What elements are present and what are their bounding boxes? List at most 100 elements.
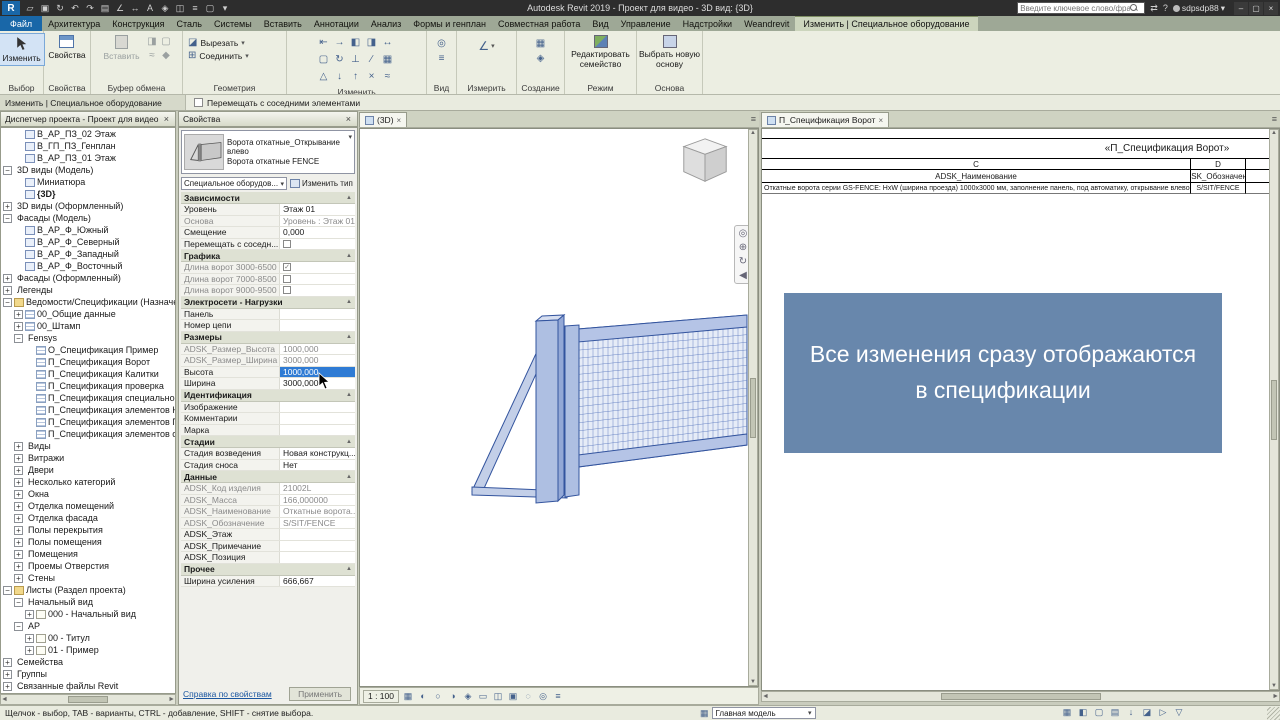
- property-group-header[interactable]: Электросети - Нагрузки ▲: [181, 296, 355, 309]
- dimension-icon[interactable]: ↔: [129, 3, 141, 13]
- ribbon-tab[interactable]: Управление: [615, 16, 677, 31]
- tree-item[interactable]: + Полы помещения: [1, 536, 175, 548]
- search-input[interactable]: [1020, 3, 1131, 13]
- ribbon-tab[interactable]: Аннотации: [308, 16, 365, 31]
- property-value[interactable]: S/SIT/FENCE: [280, 518, 355, 529]
- property-group-header[interactable]: Размеры ▲: [181, 331, 355, 344]
- move-with-nearby-checkbox[interactable]: [194, 98, 203, 107]
- collapse-icon[interactable]: −: [3, 213, 12, 223]
- filter-icon[interactable]: ▽: [1173, 707, 1185, 718]
- group-collapse-icon[interactable]: ▲: [346, 439, 352, 445]
- expand-icon[interactable]: +: [14, 465, 23, 475]
- group-collapse-icon[interactable]: ▲: [346, 392, 352, 398]
- detail-level-icon[interactable]: ▦: [402, 691, 414, 702]
- schedule-hscrollbar[interactable]: ◄ ►: [761, 691, 1280, 702]
- crop-icon[interactable]: ▭: [477, 691, 489, 702]
- lock-view-icon[interactable]: ▣: [507, 691, 519, 702]
- delete-icon[interactable]: ×: [365, 70, 378, 83]
- property-group-header[interactable]: Стадии ▲: [181, 436, 355, 448]
- schedule-tabs-menu-icon[interactable]: ≡: [1272, 114, 1277, 124]
- panel-label-modify[interactable]: Изменить: [287, 86, 426, 94]
- property-value[interactable]: [280, 529, 355, 540]
- ribbon-tab[interactable]: Анализ: [365, 16, 407, 31]
- expand-icon[interactable]: +: [14, 501, 23, 511]
- tree-item[interactable]: + Несколько категорий: [1, 476, 175, 488]
- match-icon[interactable]: ≈: [381, 70, 394, 83]
- collapse-icon[interactable]: −: [14, 621, 23, 631]
- schedule-column-header[interactable]: ADSK_Обозначение: [1191, 170, 1246, 183]
- modify-button[interactable]: Изменить: [0, 33, 45, 66]
- property-group-header[interactable]: Зависимости ▲: [181, 192, 355, 204]
- copy-icon[interactable]: ▢: [317, 53, 330, 66]
- view3d-vscrollbar[interactable]: ▲ ▼: [748, 129, 758, 686]
- cut-small-icon[interactable]: ◨: [146, 35, 159, 48]
- project-browser-close-icon[interactable]: ×: [162, 114, 171, 124]
- default-3d-view-icon[interactable]: ◈: [159, 3, 171, 14]
- property-row[interactable]: ADSK_Масса 166,000000: [181, 494, 355, 506]
- properties-header[interactable]: Свойства ×: [178, 111, 358, 127]
- type-selector-arrow-icon[interactable]: ▾: [348, 133, 352, 141]
- pin-icon[interactable]: ↓: [333, 70, 346, 83]
- tree-item[interactable]: − Листы (Раздел проекта): [1, 584, 175, 596]
- expand-icon[interactable]: +: [3, 273, 12, 283]
- rotate-icon[interactable]: ↻: [333, 53, 346, 66]
- mirror-axis-icon[interactable]: ◧: [349, 36, 362, 49]
- steering-wheel-icon[interactable]: ◎: [739, 228, 748, 239]
- ribbon-tab[interactable]: Надстройки: [677, 16, 738, 31]
- schedule-column-header[interactable]: ADSK_Наименование: [762, 170, 1191, 183]
- tree-item[interactable]: {3D}: [1, 188, 175, 200]
- tree-item[interactable]: + Виды: [1, 440, 175, 452]
- view3d-canvas[interactable]: ◎ ⊕ ↻ ◀ ▲ ▼: [359, 128, 759, 687]
- scroll-left-icon[interactable]: ◄: [1, 696, 8, 703]
- property-value[interactable]: ✓: [280, 262, 355, 273]
- apply-button[interactable]: Применить: [289, 687, 351, 701]
- scroll-left-icon[interactable]: ◄: [762, 693, 769, 700]
- tree-item[interactable]: П_Спецификация Ворот: [1, 356, 175, 368]
- property-row[interactable]: ADSK_Код изделия 21002L: [181, 483, 355, 495]
- tree-item[interactable]: + Отделка фасада: [1, 512, 175, 524]
- tree-item[interactable]: − АР: [1, 620, 175, 632]
- scroll-thumb[interactable]: [940, 693, 1101, 700]
- measure-button[interactable]: ∠ ▾: [478, 33, 494, 53]
- user-menu-arrow-icon[interactable]: ▾: [1221, 3, 1225, 14]
- group-collapse-icon[interactable]: ▲: [346, 334, 352, 340]
- menu-down-icon[interactable]: ▾: [219, 3, 231, 14]
- panel-label-create[interactable]: Создание: [517, 82, 564, 94]
- tree-item[interactable]: +00_Штамп: [1, 320, 175, 332]
- tree-item[interactable]: П_Спецификация Калитки: [1, 368, 175, 380]
- property-row[interactable]: Стадия сноса Нет: [181, 459, 355, 471]
- property-group-header[interactable]: Прочее ▲: [181, 563, 355, 576]
- expand-icon[interactable]: +: [3, 201, 12, 211]
- view-icon-icon[interactable]: ◎: [435, 37, 448, 50]
- property-row[interactable]: Основа Уровень : Этаж 01: [181, 215, 355, 227]
- tree-item[interactable]: + Связанные файлы Revit: [1, 680, 175, 692]
- property-row[interactable]: Изображение: [181, 401, 355, 413]
- save-icon[interactable]: ▣: [39, 3, 51, 14]
- collapse-icon[interactable]: −: [3, 585, 12, 595]
- ribbon-tab[interactable]: Конструкция: [106, 16, 170, 31]
- scroll-thumb[interactable]: [1271, 379, 1277, 440]
- move-with-nearby-option[interactable]: Перемещать с соседними элементами: [186, 98, 360, 108]
- scroll-thumb[interactable]: [750, 377, 756, 438]
- collapse-icon[interactable]: −: [14, 597, 23, 607]
- ribbon-tab[interactable]: Системы: [208, 16, 258, 31]
- panel-label-measure[interactable]: Измерить: [457, 82, 516, 94]
- render-icon[interactable]: ◈: [462, 691, 474, 702]
- text-icon[interactable]: A: [144, 3, 156, 13]
- tree-item[interactable]: + Окна: [1, 488, 175, 500]
- expand-icon[interactable]: +: [14, 573, 23, 583]
- property-value[interactable]: 0,000: [280, 227, 355, 238]
- ribbon-tab[interactable]: Weandrevit: [738, 16, 795, 31]
- paste-button[interactable]: Вставить: [100, 33, 142, 63]
- expand-icon[interactable]: +: [14, 561, 23, 571]
- property-row[interactable]: Длина ворот 9000-9500: [181, 285, 355, 297]
- expand-icon[interactable]: +: [14, 525, 23, 535]
- tree-item[interactable]: − Fensys: [1, 332, 175, 344]
- property-row[interactable]: Уровень Этаж 01: [181, 204, 355, 216]
- select-by-face-icon[interactable]: ◪: [1141, 707, 1153, 718]
- expand-icon[interactable]: +: [3, 285, 12, 295]
- scale-icon[interactable]: △: [317, 70, 330, 83]
- property-value[interactable]: 21002L: [280, 483, 355, 494]
- expand-icon[interactable]: +: [14, 513, 23, 523]
- tree-item[interactable]: П_Спецификация проверка: [1, 380, 175, 392]
